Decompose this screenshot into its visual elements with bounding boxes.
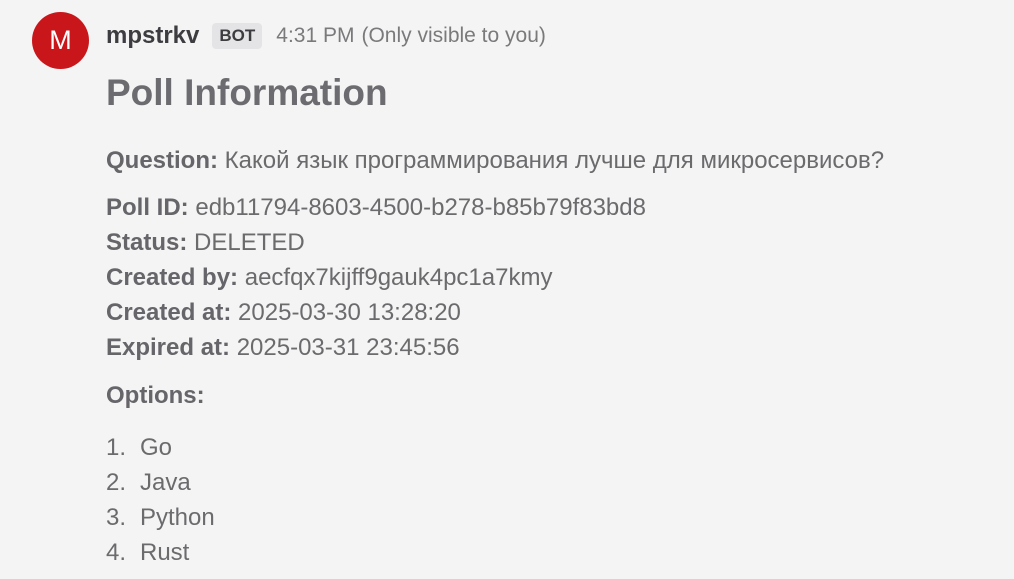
- option-number: 3.: [106, 504, 127, 531]
- option-number: 2.: [106, 469, 127, 496]
- question-label: Question:: [106, 147, 218, 174]
- field-label: Poll ID:: [106, 194, 189, 221]
- field-value: edb11794-8603-4500-b278-b85b79f83bd8: [195, 194, 646, 221]
- post-header: mpstrkv BOT 4:31 PM (Only visible to you…: [106, 19, 546, 53]
- bot-post: M mpstrkv BOT 4:31 PM (Only visible to y…: [0, 0, 1014, 579]
- field-value: 2025-03-31 23:45:56: [236, 334, 460, 361]
- avatar[interactable]: M: [32, 12, 89, 69]
- option-text: Python: [140, 504, 215, 531]
- message-body: Poll Information Question: Какой язык пр…: [106, 70, 996, 570]
- status-field: Status: DELETED: [106, 225, 996, 260]
- poll-question: Question: Какой язык программирования лу…: [106, 145, 996, 177]
- bot-badge: BOT: [212, 23, 263, 49]
- option-number: 1.: [106, 434, 127, 461]
- poll-id-field: Poll ID: edb11794-8603-4500-b278-b85b79f…: [106, 190, 996, 225]
- field-value: aecfqx7kijff9gauk4pc1a7kmy: [244, 264, 553, 291]
- option-text: Go: [140, 434, 173, 461]
- poll-fields: Poll ID: edb11794-8603-4500-b278-b85b79f…: [106, 190, 996, 365]
- field-label: Created by:: [106, 264, 239, 291]
- post-timestamp[interactable]: 4:31 PM: [276, 24, 354, 48]
- list-item: 3. Python: [106, 500, 996, 535]
- list-item: 1. Go: [106, 430, 996, 465]
- option-text: Java: [140, 469, 191, 496]
- username[interactable]: mpstrkv: [106, 22, 199, 50]
- field-label: Expired at:: [106, 334, 231, 361]
- options-heading: Options:: [106, 382, 205, 409]
- list-item: 4. Rust: [106, 535, 996, 570]
- created-by-field: Created by: aecfqx7kijff9gauk4pc1a7kmy: [106, 260, 996, 295]
- field-value: DELETED: [194, 229, 305, 256]
- visibility-note: (Only visible to you): [361, 24, 546, 47]
- option-text: Rust: [140, 539, 190, 566]
- options-list: 1. Go 2. Java 3. Python 4. Rust: [106, 430, 996, 570]
- list-item: 2. Java: [106, 465, 996, 500]
- poll-title: Poll Information: [106, 72, 388, 113]
- field-value: 2025-03-30 13:28:20: [238, 299, 461, 326]
- expired-at-field: Expired at: 2025-03-31 23:45:56: [106, 330, 996, 365]
- field-label: Status:: [106, 229, 188, 256]
- question-text: Какой язык программирования лучше для ми…: [224, 147, 885, 174]
- field-label: Created at:: [106, 299, 232, 326]
- option-number: 4.: [106, 539, 127, 566]
- created-at-field: Created at: 2025-03-30 13:28:20: [106, 295, 996, 330]
